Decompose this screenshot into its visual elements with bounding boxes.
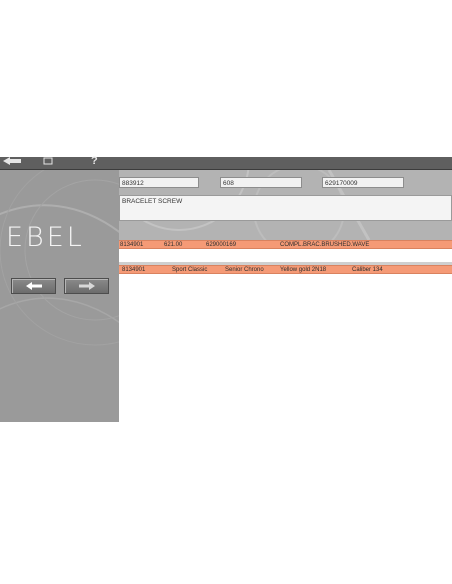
decorative-swirl	[0, 170, 119, 346]
bracelet-code: 629000169	[206, 242, 237, 248]
part-number-field[interactable]: 883912	[119, 177, 199, 188]
help-icon[interactable]: ?	[91, 155, 98, 167]
prev-button[interactable]	[11, 278, 56, 294]
model-collection: Sport Classic	[172, 267, 208, 273]
app-window: ? EBEL 883912 608 629170009 BRACELET SCR…	[0, 155, 452, 422]
home-icon[interactable]	[43, 155, 53, 168]
right-arrow-icon	[78, 282, 95, 290]
left-arrow-icon	[25, 282, 42, 290]
bracelet-ref: 8134901	[120, 242, 144, 248]
back-arrow-icon[interactable]	[2, 155, 22, 168]
main-panel: 883912 608 629170009 BRACELET SCREW 8134…	[119, 170, 452, 422]
model-material: Yellow gold 2N18	[280, 267, 327, 273]
model-name: Senior Chrono	[225, 267, 264, 273]
bracelet-desc: COMPL.BRAC.BRUSHED.WAVE	[280, 242, 370, 248]
bracelet-row[interactable]: 8134901 621.00 629000169 COMPL.BRAC.BRUS…	[119, 240, 452, 249]
next-button[interactable]	[64, 278, 109, 294]
spacer-area	[119, 249, 452, 262]
toolbar: ?	[0, 155, 452, 170]
model-ref: 8134901	[122, 267, 146, 273]
description-field[interactable]: BRACELET SCREW	[119, 195, 452, 221]
bracelet-caliber: 621.00	[164, 242, 183, 248]
part-header: 883912 608 629170009 BRACELET SCREW	[119, 170, 452, 240]
code-field[interactable]: 629170009	[322, 177, 404, 188]
model-caliber: Caliber 134	[352, 267, 383, 273]
reference-field[interactable]: 608	[220, 177, 302, 188]
left-panel: EBEL	[0, 170, 119, 422]
model-row[interactable]: 8134901 Sport Classic Senior Chrono Yell…	[119, 265, 452, 274]
ebel-logo: EBEL	[6, 222, 85, 253]
